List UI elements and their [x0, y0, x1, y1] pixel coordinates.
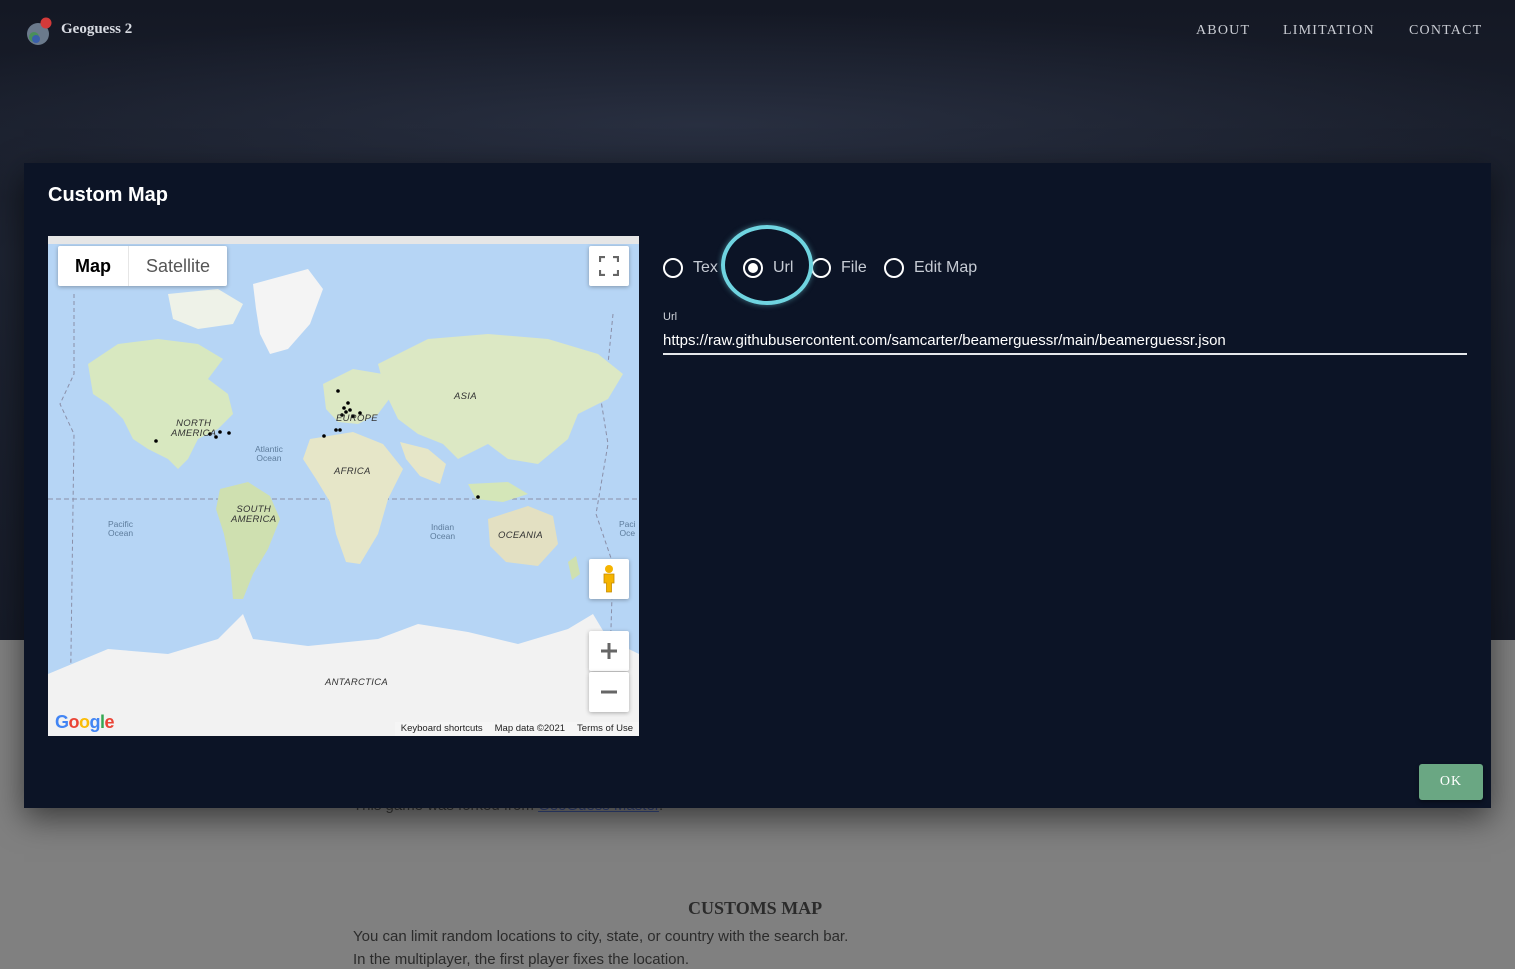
world-map-graphic [48, 269, 639, 736]
brand-name[interactable]: Geoguess 2 [61, 21, 132, 38]
label-atlantic-ocean: Atlantic Ocean [255, 444, 283, 463]
nav-about[interactable]: ABOUT [1196, 23, 1250, 39]
label-africa: AFRICA [334, 466, 371, 477]
radio-label-url: Url [773, 259, 794, 276]
pegman-icon [603, 565, 615, 593]
zoom-in-button[interactable] [589, 631, 629, 671]
label-europe: EUROPE [336, 413, 378, 424]
label-asia: ASIA [454, 391, 477, 402]
radio-url[interactable]: Url [743, 256, 793, 280]
map-attribution: Keyboard shortcuts Map data ©2021 Terms … [394, 722, 639, 736]
map-data-notice: Map data ©2021 [488, 722, 572, 736]
dialog-title: Custom Map [48, 184, 168, 206]
label-oceania: OCEANIA [498, 530, 543, 541]
radio-circle-text[interactable] [663, 258, 683, 278]
custom-map-dialog: Custom Map NORTH AMERICA EUROPE ASIA AFR… [24, 163, 1491, 808]
fullscreen-icon [599, 256, 619, 276]
radio-circle-file[interactable] [811, 258, 831, 278]
url-field-label: Url [663, 311, 678, 323]
ok-button[interactable]: OK [1419, 764, 1483, 800]
map-type-map-button[interactable]: Map [58, 246, 128, 286]
keyboard-shortcuts-link[interactable]: Keyboard shortcuts [394, 722, 489, 736]
fullscreen-button[interactable] [589, 246, 629, 286]
plus-icon [601, 643, 617, 659]
globe-logo-icon[interactable] [25, 16, 53, 46]
label-north-america-text: NORTH AMERICA [171, 418, 217, 439]
radio-label-edit-map: Edit Map [914, 259, 978, 276]
nav-limitation[interactable]: LIMITATION [1283, 23, 1375, 39]
url-input[interactable] [663, 327, 1467, 355]
radio-circle-url[interactable] [743, 258, 763, 278]
label-south-america: SOUTH AMERICA [231, 505, 276, 525]
nav-contact[interactable]: CONTACT [1409, 23, 1482, 39]
customs-line-1: You can limit random locations to city, … [353, 928, 849, 945]
radio-file[interactable]: File [811, 256, 867, 280]
radio-text[interactable]: Tex [663, 256, 718, 280]
label-antarctica: ANTARCTICA [325, 677, 388, 688]
map-type-satellite-button[interactable]: Satellite [128, 246, 227, 286]
radio-edit-map[interactable]: Edit Map [884, 256, 977, 280]
radio-label-file: File [841, 259, 867, 276]
street-view-pegman-button[interactable] [589, 559, 629, 599]
customs-line-2: In the multiplayer, the first player fix… [353, 951, 689, 968]
label-pacific-ocean-right: Paci Oce [619, 519, 636, 538]
zoom-out-button[interactable] [589, 672, 629, 712]
radio-label-text: Tex [693, 259, 718, 276]
minus-icon [601, 690, 617, 694]
radio-circle-edit-map[interactable] [884, 258, 904, 278]
google-map[interactable]: NORTH AMERICA EUROPE ASIA AFRICA SOUTH A… [48, 236, 639, 736]
label-north-america: NORTH AMERICA [171, 419, 216, 439]
top-bar: Geoguess 2 ABOUT LIMITATION CONTACT [0, 0, 1515, 62]
label-indian-ocean: Indian Ocean [430, 522, 456, 541]
customs-map-heading: CUSTOMS MAP [688, 898, 823, 918]
google-logo[interactable]: Google [55, 712, 115, 733]
terms-of-use-link[interactable]: Terms of Use [571, 722, 639, 736]
label-pacific-ocean-left: Pacific Ocean [108, 519, 134, 538]
label-south-america-text: SOUTH AMERICA [231, 504, 277, 525]
map-type-control: Map Satellite [58, 246, 228, 286]
